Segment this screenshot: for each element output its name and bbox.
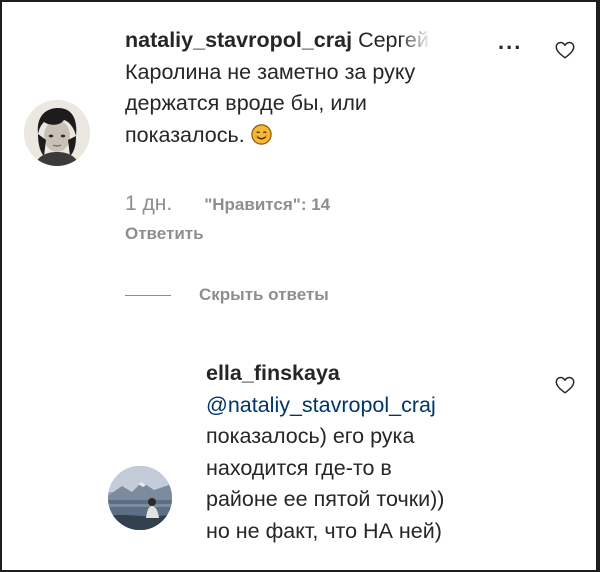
comment-line: Каролина не заметно за руку (125, 59, 416, 84)
slightly-smiling-face-emoji (250, 123, 272, 145)
comment-username[interactable]: nataliy_stavropol_craj (125, 28, 352, 52)
avatar[interactable] (24, 100, 90, 166)
comment-thread: nataliy_stavropol_crajСергей и Каролина … (0, 0, 600, 572)
divider-line (125, 294, 171, 296)
reply-line: но не факт, что НА ней) (206, 518, 442, 543)
comment-body: nataliy_stavropol_crajСергей и Каролина … (125, 25, 505, 151)
avatar-image (24, 100, 90, 166)
comment-text-head: Сергей и (358, 28, 432, 52)
reply-body: ella_finskaya @nataliy_stavropol_craj по… (206, 358, 526, 547)
likes-count[interactable]: "Нравится": 14 (204, 195, 330, 214)
hide-replies-label: Скрыть ответы (199, 285, 329, 304)
hide-replies-toggle[interactable]: Скрыть ответы (125, 285, 329, 305)
comment-line: держатся вроде бы, или (125, 91, 367, 115)
reply-username[interactable]: ella_finskaya (206, 361, 340, 385)
comment-meta: 1 дн. "Нравится": 14 (125, 192, 330, 216)
reply-line: находится где-то в (206, 455, 392, 480)
reply-button[interactable]: Ответить (125, 224, 204, 244)
reply-mention-link[interactable]: @nataliy_stavropol_craj (206, 390, 526, 422)
reply-line: районе ее пятой точки)) (206, 487, 445, 511)
avatar[interactable] (108, 466, 172, 530)
reply-item: ella_finskaya @nataliy_stavropol_craj по… (2, 342, 596, 570)
comment-line: показалось. (125, 122, 245, 147)
like-heart-icon[interactable] (554, 39, 576, 61)
more-indicator[interactable]: ... (498, 29, 522, 55)
reply-line: показалось) его рука (206, 424, 415, 448)
comment-item: nataliy_stavropol_crajСергей и Каролина … (2, 2, 596, 304)
comment-timestamp[interactable]: 1 дн. (125, 192, 172, 215)
avatar-image (108, 466, 172, 530)
like-heart-icon[interactable] (554, 374, 576, 396)
